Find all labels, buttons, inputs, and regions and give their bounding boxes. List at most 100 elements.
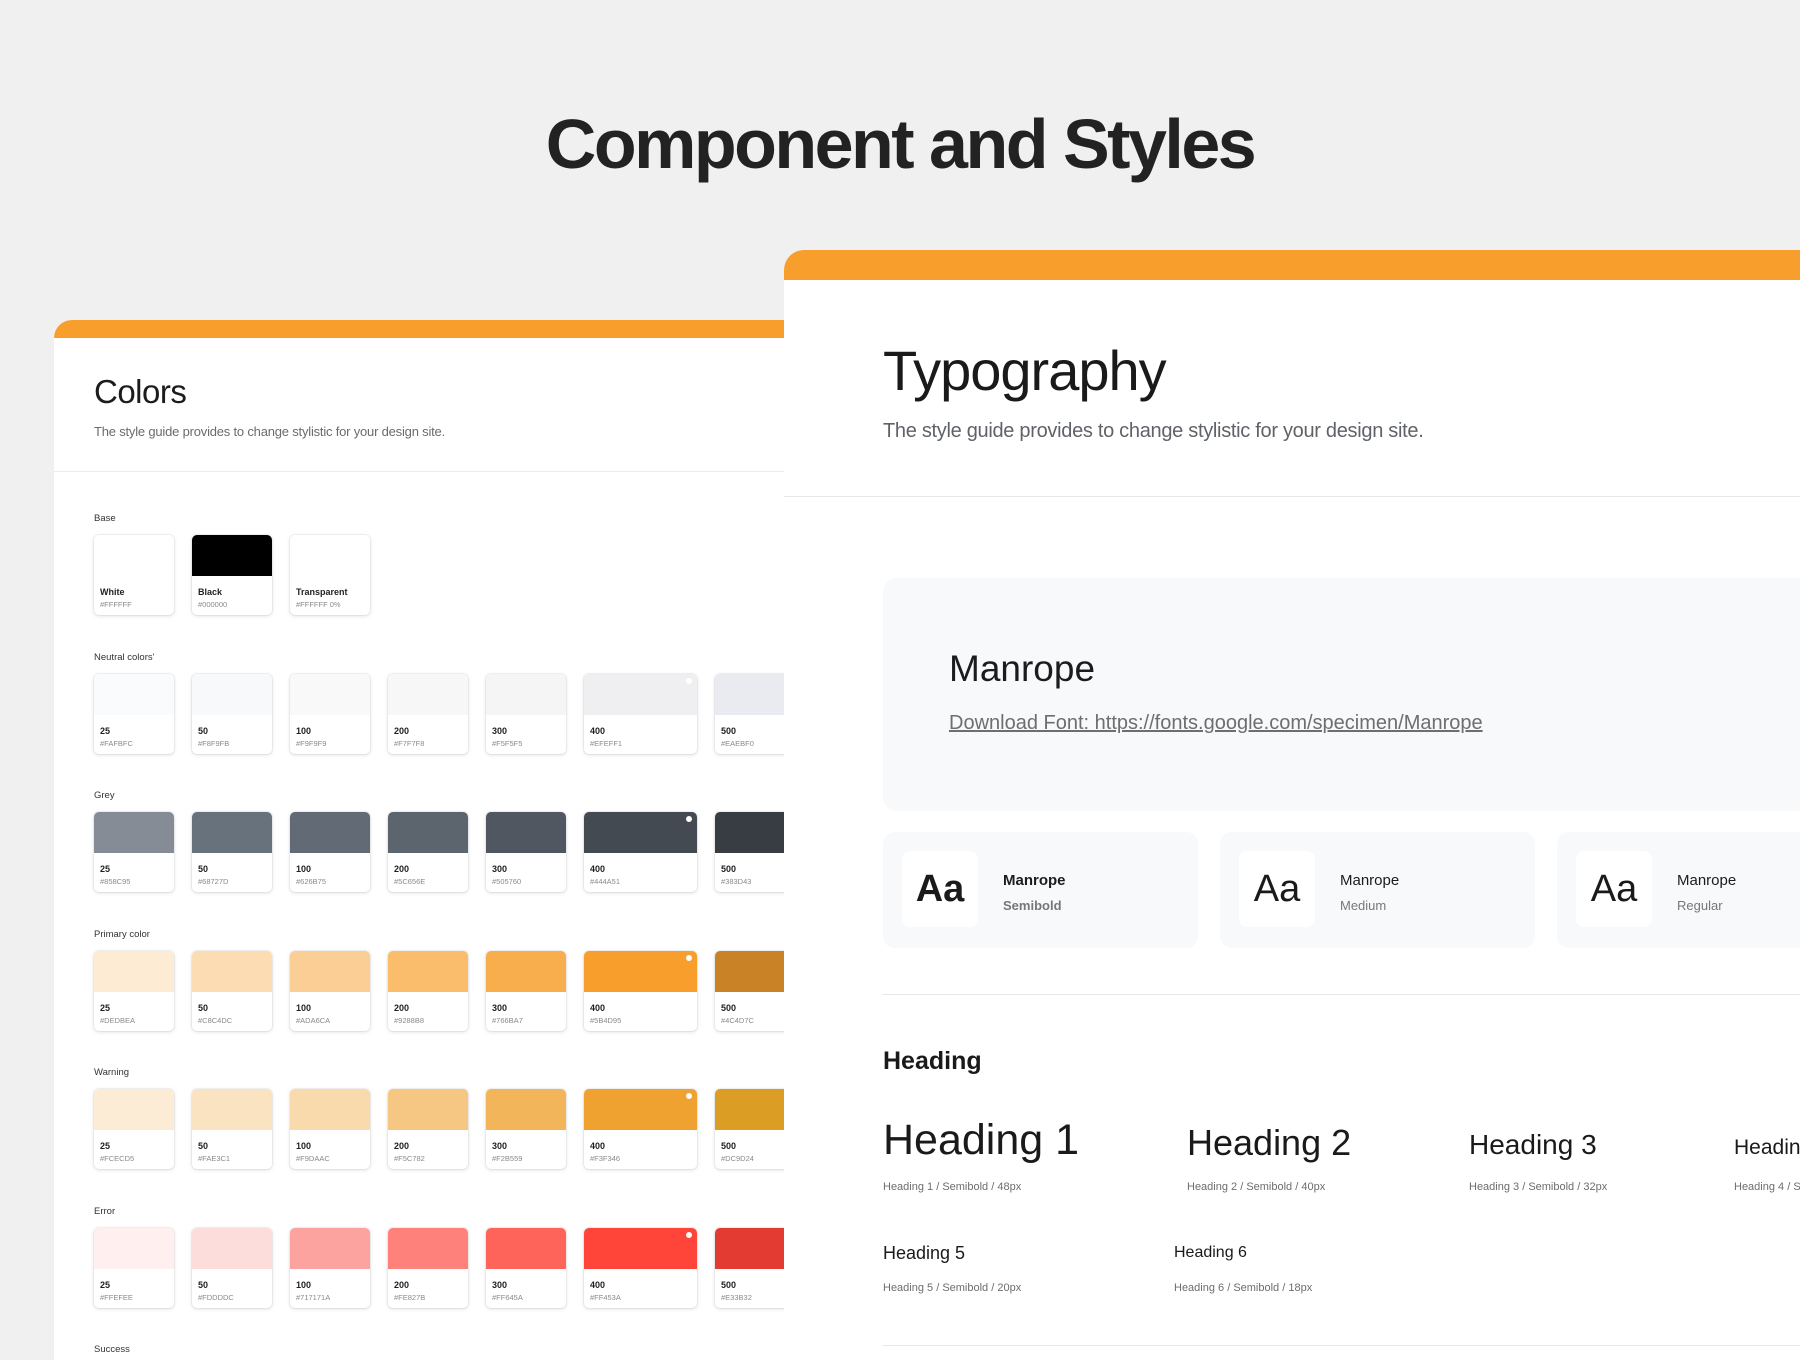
swatch-hex: #F8F9FB <box>198 738 230 748</box>
swatch-hex: #5C656E <box>394 877 426 886</box>
swatch-color <box>388 1089 468 1130</box>
color-swatch[interactable]: 50 #FAE3C1 <box>192 1089 272 1169</box>
swatch-color <box>290 673 370 715</box>
color-swatch[interactable]: 200 #9288B8 <box>388 950 468 1031</box>
color-swatch[interactable]: 300 #F5F5F5 <box>486 673 566 754</box>
swatch-color <box>388 673 468 715</box>
swatch-name: 500 <box>721 864 737 874</box>
color-swatch[interactable]: 300 #F2B559 <box>486 1089 566 1169</box>
color-swatch[interactable]: 25 #DEDBEA <box>94 950 174 1031</box>
swatch-color <box>486 1227 566 1269</box>
swatch-color <box>290 812 370 853</box>
color-swatch[interactable]: 50 #68727D <box>192 812 272 892</box>
swatch-color <box>290 535 370 576</box>
color-swatch[interactable]: 50 #C8C4DC <box>192 950 272 1031</box>
selected-dot-icon <box>686 1231 692 1238</box>
color-swatch[interactable]: Transparent #FFFFFF 0% <box>290 535 370 615</box>
color-swatch[interactable]: 25 #FAFBFC <box>94 673 174 754</box>
swatch-hex: #FF645A <box>492 1292 523 1302</box>
color-swatch[interactable]: 500 #DC9D24 <box>715 1089 795 1169</box>
palette-label: Neutral colors' <box>94 651 155 663</box>
swatch-name: 25 <box>100 1141 111 1151</box>
color-swatch[interactable]: 25 #FFEFEE <box>94 1227 174 1308</box>
color-swatch[interactable]: 300 #505760 <box>486 812 566 892</box>
color-swatch[interactable]: 200 #F7F7F8 <box>388 673 468 754</box>
heading-2-sample: Heading 2 <box>1187 1122 1352 1163</box>
color-swatch[interactable]: 100 #626B75 <box>290 812 370 892</box>
swatch-name: 25 <box>100 725 111 736</box>
swatch-hex: #444A51 <box>590 877 621 886</box>
heading-1-spec: Heading 1 / Semibold / 48px <box>883 1181 1022 1193</box>
typography-subtitle: The style guide provides to change styli… <box>883 420 1424 442</box>
swatch-name: White <box>100 587 125 597</box>
divider <box>883 1345 1800 1346</box>
swatch-name: 200 <box>394 864 410 874</box>
swatch-name: 100 <box>296 864 312 874</box>
swatch-color <box>290 1089 370 1130</box>
color-swatch[interactable]: 500 #E33B32 <box>715 1227 795 1308</box>
palette-label: Base <box>94 513 116 524</box>
color-swatch[interactable]: 50 #FDDDDC <box>192 1227 272 1308</box>
color-swatch[interactable]: 400 #5B4D95 <box>584 950 697 1031</box>
swatch-name: 50 <box>198 1279 209 1290</box>
swatch-name: 100 <box>296 725 312 736</box>
color-swatch[interactable]: 400 #EFEFF1 <box>584 673 697 754</box>
swatch-color <box>715 1089 795 1130</box>
type-sample-aa: Aa <box>902 851 978 927</box>
color-swatch[interactable]: 500 #383D43 <box>715 812 795 892</box>
swatch-color <box>290 1227 370 1269</box>
color-swatch[interactable]: 400 #FF453A <box>584 1227 697 1308</box>
swatch-hex: #FE827B <box>394 1292 426 1302</box>
font-weight-card: Aa Manrope Regular <box>1557 832 1800 948</box>
color-swatch[interactable]: 300 #FF645A <box>486 1227 566 1308</box>
color-swatch[interactable]: 100 #F9DAAC <box>290 1089 370 1169</box>
divider <box>784 496 1800 497</box>
swatch-color <box>94 535 174 576</box>
heading-6-spec: Heading 6 / Semibold / 18px <box>1174 1282 1313 1294</box>
swatch-color <box>715 950 795 992</box>
color-swatch[interactable]: 200 #F5C782 <box>388 1089 468 1169</box>
swatch-hex: #858C95 <box>100 877 131 886</box>
color-swatch[interactable]: 400 #F3F346 <box>584 1089 697 1169</box>
color-swatch[interactable]: 400 #444A51 <box>584 812 697 892</box>
download-font-link[interactable]: Download Font: https://fonts.google.com/… <box>949 712 1483 735</box>
color-swatch[interactable]: 25 #FCECD5 <box>94 1089 174 1169</box>
color-swatch[interactable]: 50 #F8F9FB <box>192 673 272 754</box>
swatch-name: 100 <box>296 1141 312 1151</box>
swatch-row: 25 #FAFBFC 50 #F8F9FB 100 #F9F9F9 200 #F7F7F8 30… <box>94 673 813 754</box>
typography-title: Typography <box>883 339 1167 402</box>
color-swatch[interactable]: 100 #717171A <box>290 1227 370 1308</box>
swatch-name: 500 <box>721 1279 737 1290</box>
swatch-name: Black <box>198 587 223 597</box>
swatch-hex: #766BA7 <box>492 1015 523 1025</box>
swatch-color <box>192 535 272 576</box>
color-swatch[interactable]: 25 #858C95 <box>94 812 174 892</box>
color-swatch[interactable]: 100 #F9F9F9 <box>290 673 370 754</box>
swatch-hex: #FFFFFF 0% <box>296 600 341 609</box>
color-swatch[interactable]: 100 #ADA6CA <box>290 950 370 1031</box>
color-swatch[interactable]: 500 #4C4D7C <box>715 950 795 1031</box>
swatch-hex: #4C4D7C <box>721 1015 754 1025</box>
swatch-row: 25 #DEDBEA 50 #C8C4DC 100 #ADA6CA 200 #9288B8 30… <box>94 950 813 1031</box>
swatch-hex: #DEDBEA <box>100 1015 136 1025</box>
color-swatch[interactable]: 300 #766BA7 <box>486 950 566 1031</box>
swatch-row: 25 #858C95 50 #68727D 100 #626B75 200 #5C656E 30… <box>94 812 813 892</box>
swatch-name: 400 <box>590 1141 606 1151</box>
heading-6-sample: Heading 6 <box>1174 1244 1247 1261</box>
font-family-panel: Manrope Download Font: https://fonts.goo… <box>883 578 1800 811</box>
color-swatch[interactable]: 200 #5C656E <box>388 812 468 892</box>
colors-title: Colors <box>94 373 187 410</box>
color-swatch[interactable]: 200 #FE827B <box>388 1227 468 1308</box>
color-swatch[interactable]: White #FFFFFF <box>94 535 174 615</box>
swatch-color <box>94 1227 174 1269</box>
color-swatch[interactable]: Black #000000 <box>192 535 272 615</box>
heading-5-spec: Heading 5 / Semibold / 20px <box>883 1282 1022 1294</box>
palette-label: Grey <box>94 790 115 801</box>
swatch-hex: #9288B8 <box>394 1015 425 1025</box>
swatch-name: 200 <box>394 1141 410 1151</box>
swatch-name: 300 <box>492 725 508 736</box>
palette-group: Neutral colors' 25 #FAFBFC 50 #F8F9FB 100 #F9F… <box>94 652 813 791</box>
color-swatch[interactable]: 500 #EAEBF0 <box>715 673 795 754</box>
swatch-name: 400 <box>590 725 606 736</box>
heading-4-sample: Headin <box>1734 1136 1800 1159</box>
